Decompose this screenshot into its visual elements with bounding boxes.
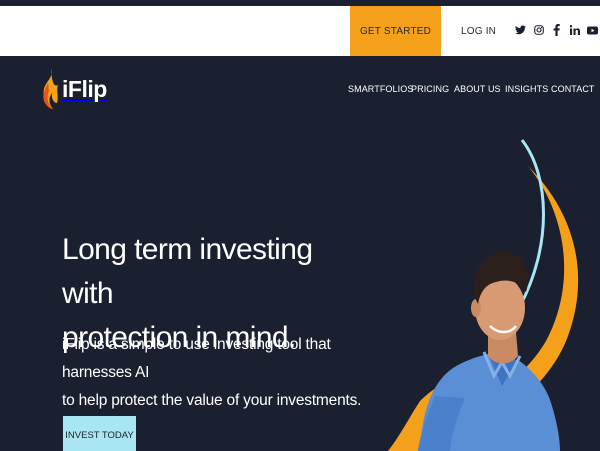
invest-today-button[interactable]: INVEST TODAY: [63, 416, 136, 451]
login-link[interactable]: LOG IN: [461, 6, 496, 56]
nav-item-pricing[interactable]: PRICING: [411, 84, 449, 94]
linkedin-icon[interactable]: [569, 24, 580, 36]
hero-illustration: [388, 139, 579, 451]
twitter-icon[interactable]: [515, 24, 526, 36]
instagram-icon[interactable]: [533, 24, 544, 36]
facebook-icon[interactable]: [551, 24, 562, 36]
hero-subtext: iFlip is a simple to use investing tool …: [62, 331, 382, 415]
nav-item-smartfolios[interactable]: SMARTFOLIOS: [348, 84, 413, 94]
main-nav: SMARTFOLIOS PRICING ABOUT US INSIGHTS CO…: [0, 84, 600, 96]
hero-headline-line-1: Long term investing with: [62, 233, 313, 310]
top-bar: GET STARTED LOG IN: [0, 6, 600, 56]
hero-subtext-line-2: to help protect the value of your invest…: [62, 392, 362, 409]
social-links: [515, 24, 598, 36]
get-started-button[interactable]: GET STARTED: [350, 6, 441, 56]
nav-item-about-us[interactable]: ABOUT US: [454, 84, 501, 94]
person-ear: [471, 299, 481, 317]
hero-subtext-line-1: iFlip is a simple to use investing tool …: [62, 336, 331, 381]
nav-item-insights[interactable]: INSIGHTS: [505, 84, 548, 94]
youtube-icon[interactable]: [587, 24, 598, 36]
nav-item-contact[interactable]: CONTACT: [551, 84, 595, 94]
hero-section: iFlip SMARTFOLIOS PRICING ABOUT US INSIG…: [0, 56, 600, 451]
